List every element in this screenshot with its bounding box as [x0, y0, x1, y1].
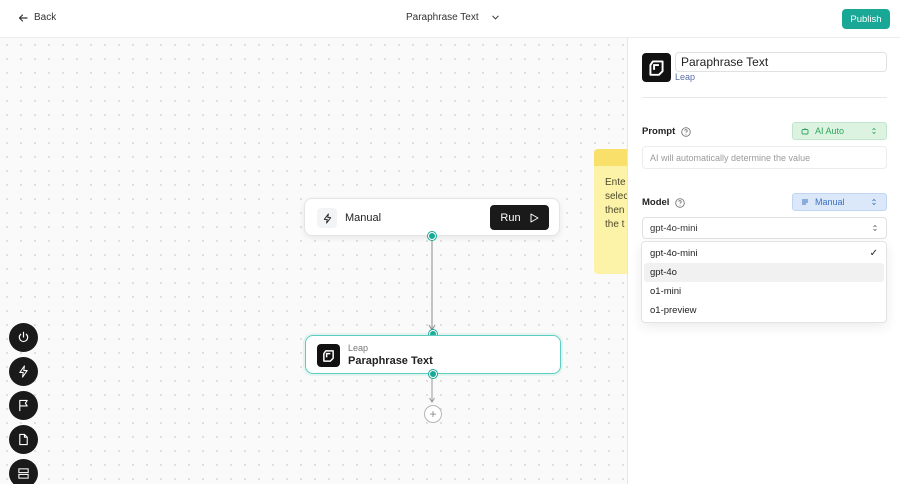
run-button[interactable]: Run: [490, 205, 549, 230]
model-option-gpt-4o-mini[interactable]: gpt-4o-mini ✓: [644, 244, 884, 263]
leap-node-subtitle: Leap: [348, 343, 369, 353]
power-button[interactable]: [9, 323, 38, 352]
run-label: Run: [500, 211, 521, 224]
workflow-title-dropdown[interactable]: Paraphrase Text: [406, 12, 500, 23]
play-icon: [530, 213, 539, 222]
file-icon: [19, 433, 28, 446]
canvas-toolbar: [9, 323, 38, 484]
workflow-title: Paraphrase Text: [406, 12, 479, 23]
prompt-label-text: Prompt: [642, 126, 676, 137]
model-dropdown-menu: gpt-4o-mini ✓ gpt-4o o1-mini o1-preview: [641, 241, 887, 323]
lines-icon: [802, 199, 808, 205]
output-handle[interactable]: [428, 232, 436, 240]
manual-trigger-node[interactable]: Manual Run: [304, 198, 560, 236]
chevron-down-icon: [491, 15, 499, 20]
model-option-o1-preview[interactable]: o1-preview: [644, 301, 884, 320]
model-label: Model: [642, 197, 686, 208]
prompt-input[interactable]: [642, 146, 887, 169]
leap-logo-icon: [642, 53, 671, 82]
trigger-button[interactable]: [9, 357, 38, 386]
node-provider-label: Leap: [675, 72, 696, 82]
back-label: Back: [34, 12, 57, 23]
model-option-gpt-4o[interactable]: gpt-4o: [644, 263, 884, 282]
model-selected-value: gpt-4o-mini: [650, 222, 698, 234]
robot-icon: [801, 128, 809, 135]
bolt-icon: [19, 365, 28, 378]
bolt-icon: [317, 208, 337, 228]
file-button[interactable]: [9, 425, 38, 454]
power-icon: [18, 331, 29, 343]
connector-edge: [428, 236, 436, 331]
back-button[interactable]: Back: [18, 12, 56, 23]
chevron-up-down-icon: [873, 224, 877, 232]
leap-node-title: Paraphrase Text: [348, 355, 433, 367]
add-node-button[interactable]: +: [424, 405, 442, 423]
publish-button[interactable]: Publish: [842, 9, 890, 29]
prompt-label: Prompt: [642, 126, 692, 137]
model-mode-label: Manual: [815, 197, 845, 207]
paraphrase-text-node[interactable]: Leap Paraphrase Text: [305, 335, 561, 374]
chevron-up-down-icon: [872, 198, 876, 206]
model-mode-select[interactable]: Manual: [792, 193, 887, 211]
manual-node-label: Manual: [345, 212, 382, 224]
model-option-label: gpt-4o: [650, 267, 677, 278]
prompt-mode-label: AI Auto: [815, 126, 845, 136]
leap-logo-icon: [317, 344, 340, 367]
model-select[interactable]: gpt-4o-mini: [642, 217, 887, 239]
sticky-note-text: Ente selec then the t: [605, 177, 627, 230]
model-option-label: o1-preview: [650, 305, 697, 316]
layout-icon: [18, 468, 29, 479]
add-connector-edge: [429, 374, 435, 403]
model-option-label: o1-mini: [650, 286, 682, 297]
node-name-input[interactable]: [675, 52, 887, 72]
sticky-note-header: [594, 149, 627, 166]
sticky-note[interactable]: Ente selec then the t: [594, 149, 627, 274]
model-option-label: gpt-4o-mini: [650, 248, 698, 259]
arrow-left-icon: [18, 13, 28, 22]
model-option-o1-mini[interactable]: o1-mini: [644, 282, 884, 301]
help-icon[interactable]: [681, 126, 692, 137]
flag-button[interactable]: [9, 391, 38, 420]
panel-divider: [642, 97, 887, 98]
model-label-text: Model: [642, 197, 670, 208]
prompt-mode-select[interactable]: AI Auto: [792, 122, 887, 140]
workflow-canvas[interactable]: Ente selec then the t Manual Run Leap Pa…: [0, 38, 627, 484]
layout-button[interactable]: [9, 459, 38, 484]
flag-icon: [19, 399, 28, 412]
chevron-up-down-icon: [872, 127, 876, 135]
check-icon: ✓: [869, 248, 878, 259]
help-icon[interactable]: [675, 197, 686, 208]
leap-output-handle[interactable]: [429, 370, 437, 378]
top-bar: Back Paraphrase Text Publish: [0, 0, 900, 38]
